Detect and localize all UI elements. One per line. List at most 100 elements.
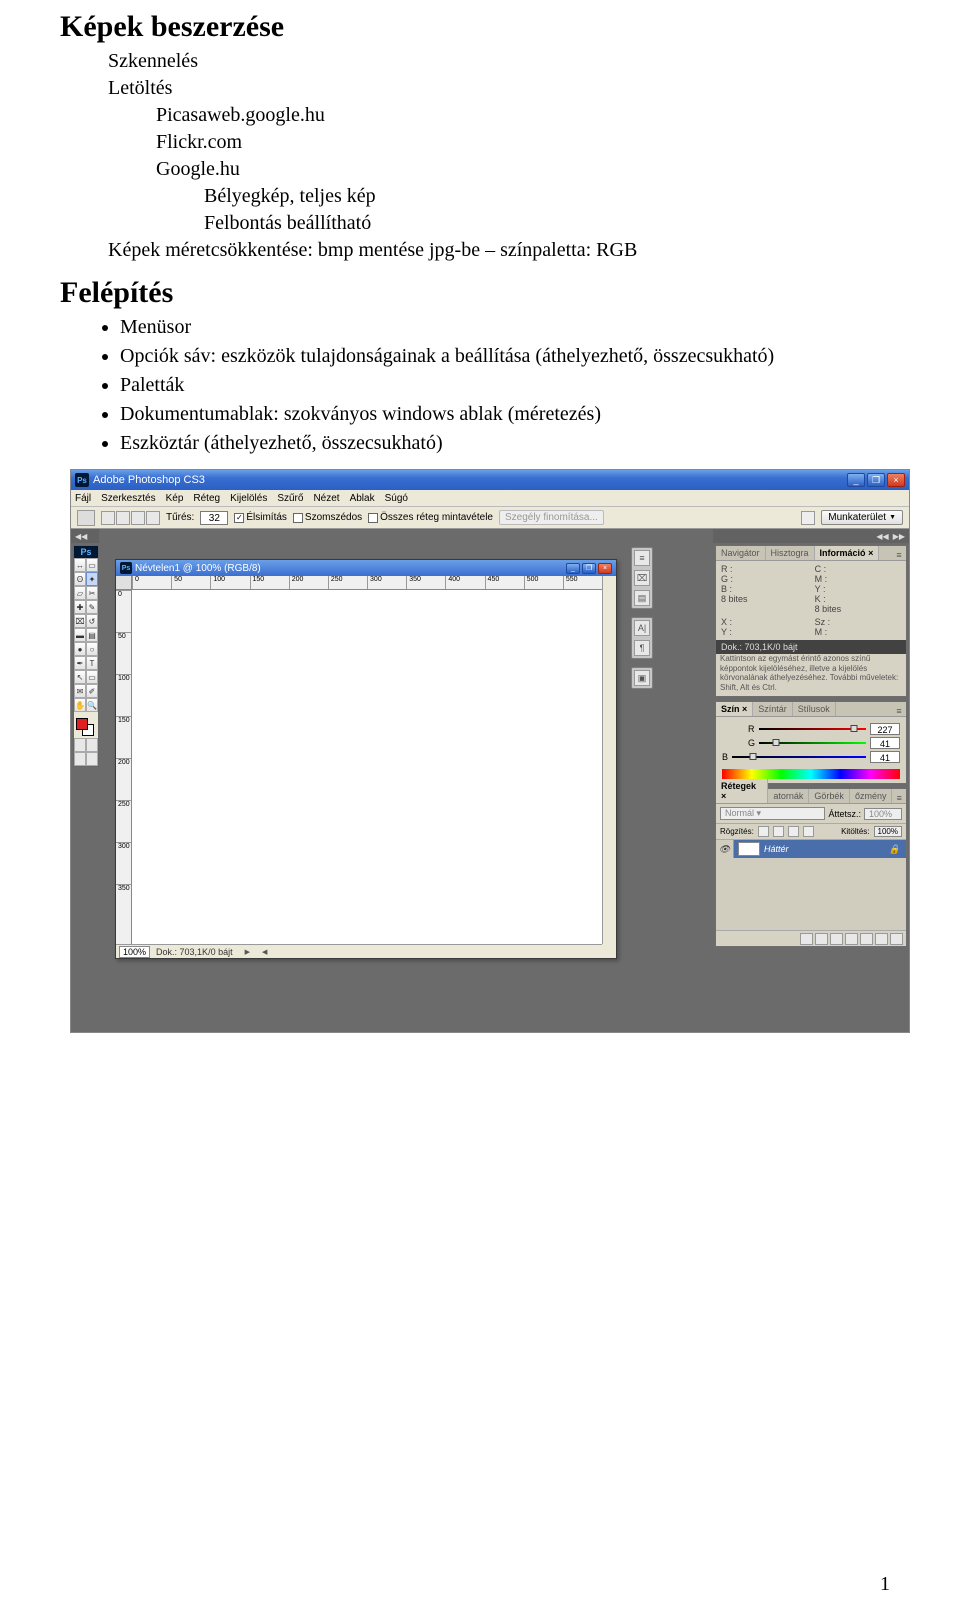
r-value[interactable]: 227 <box>870 723 900 735</box>
color-panel[interactable]: Szín × Színtár Stílusok ≡ R227 G41 B41 <box>715 701 907 784</box>
status-bar[interactable]: 100% Dok.: 703,1K/0 bájt ▶ ◀ <box>116 944 602 958</box>
menu-nezet[interactable]: Nézet <box>313 493 339 504</box>
sel-add-icon[interactable] <box>116 511 130 525</box>
tool-presets-panel-icon[interactable]: ▤ <box>634 590 650 606</box>
lock-all-icon[interactable] <box>803 826 814 837</box>
new-layer-icon[interactable] <box>875 933 888 945</box>
menu-bar[interactable]: Fájl Szerkesztés Kép Réteg Kijelölés Szű… <box>71 490 909 507</box>
delete-layer-icon[interactable] <box>890 933 903 945</box>
move-tool-icon[interactable]: ↔ <box>74 558 86 572</box>
magic-wand-tool-icon[interactable]: ✦ <box>86 572 98 586</box>
all-layers-checkbox[interactable] <box>368 513 378 523</box>
marquee-tool-icon[interactable]: ▭ <box>86 558 98 572</box>
blend-mode-select[interactable]: Normál ▾ <box>720 807 825 820</box>
window-titlebar[interactable]: Ps Adobe Photoshop CS3 _ ❐ × <box>71 470 909 490</box>
fill-field[interactable]: 100% <box>874 826 902 837</box>
sel-int-icon[interactable] <box>146 511 160 525</box>
crop-tool-icon[interactable]: ▱ <box>74 586 86 600</box>
sel-new-icon[interactable] <box>101 511 115 525</box>
lock-position-icon[interactable] <box>788 826 799 837</box>
tab-paths[interactable]: Görbék <box>809 789 850 803</box>
spectrum-ramp[interactable] <box>722 769 900 779</box>
eraser-tool-icon[interactable]: ▬ <box>74 628 86 642</box>
clone-panel-icon[interactable]: ⌧ <box>634 570 650 586</box>
tab-styles[interactable]: Stílusok <box>793 702 836 716</box>
screenmode-icon[interactable] <box>74 752 86 766</box>
document-window[interactable]: Ps Névtelen1 @ 100% (RGB/8) _ ❐ × 0 50 1… <box>115 559 617 959</box>
foreground-color-swatch[interactable] <box>76 718 88 730</box>
tab-navigator[interactable]: Navigátor <box>716 546 766 560</box>
visibility-eye-icon[interactable]: 👁 <box>716 840 734 858</box>
info-menu-arrow-icon[interactable]: ▶ <box>245 948 250 956</box>
type-tool-icon[interactable]: T <box>86 656 98 670</box>
history-brush-tool-icon[interactable]: ↺ <box>86 614 98 628</box>
panel-menu-icon[interactable]: ≡ <box>892 550 906 560</box>
adjustment-layer-icon[interactable] <box>845 933 858 945</box>
dodge-tool-icon[interactable]: ○ <box>86 642 98 656</box>
maximize-button[interactable]: ❐ <box>867 473 885 487</box>
vertical-scrollbar[interactable] <box>602 576 616 944</box>
layers-panel[interactable]: Rétegek × atornák Görbék őzmény ≡ Normál… <box>715 788 907 947</box>
screenmode2-icon[interactable] <box>86 752 98 766</box>
character-panel-icon[interactable]: A| <box>634 620 650 636</box>
menu-szerkesztes[interactable]: Szerkesztés <box>101 493 155 504</box>
info-panel[interactable]: Navigátor Hisztogra Információ × ≡ R : G… <box>715 545 907 697</box>
b-value[interactable]: 41 <box>870 751 900 763</box>
menu-sugo[interactable]: Súgó <box>385 493 408 504</box>
ruler-origin[interactable] <box>116 576 132 590</box>
standard-mode-icon[interactable] <box>74 738 86 752</box>
shape-tool-icon[interactable]: ▭ <box>86 670 98 684</box>
blur-tool-icon[interactable]: ● <box>74 642 86 656</box>
layer-style-icon[interactable] <box>815 933 828 945</box>
tab-color[interactable]: Szín × <box>716 702 753 716</box>
brushes-panel-icon[interactable]: ≡ <box>634 550 650 566</box>
dock-strip-right[interactable]: ◀◀▶▶ <box>713 529 909 543</box>
tab-swatches[interactable]: Színtár <box>753 702 793 716</box>
tab-history[interactable]: őzmény <box>850 789 893 803</box>
heal-tool-icon[interactable]: ✚ <box>74 600 86 614</box>
r-slider[interactable] <box>759 724 867 734</box>
slice-tool-icon[interactable]: ✂ <box>86 586 98 600</box>
b-slider[interactable] <box>732 752 866 762</box>
antialias-checkbox[interactable]: ✓ <box>234 513 244 523</box>
tab-histogram[interactable]: Hisztogra <box>766 546 815 560</box>
paragraph-panel-icon[interactable]: ¶ <box>634 640 650 656</box>
menu-kep[interactable]: Kép <box>166 493 184 504</box>
toolbox-header-icon[interactable]: Ps <box>74 546 98 558</box>
quickmask-mode-icon[interactable] <box>86 738 98 752</box>
brush-tool-icon[interactable]: ✎ <box>86 600 98 614</box>
contiguous-checkbox[interactable] <box>293 513 303 523</box>
menu-kijeloles[interactable]: Kijelölés <box>230 493 267 504</box>
opacity-field[interactable]: 100% <box>864 808 902 820</box>
dock-strip-left[interactable]: ◀◀ <box>71 529 99 543</box>
notes-tool-icon[interactable]: ✉ <box>74 684 86 698</box>
canvas-area[interactable] <box>132 590 602 944</box>
gradient-tool-icon[interactable]: ▤ <box>86 628 98 642</box>
collapsed-panel-dock[interactable]: ≡ ⌧ ▤ A| ¶ ▣ <box>631 547 653 697</box>
selection-mode-buttons[interactable] <box>101 511 160 525</box>
layer-comps-panel-icon[interactable]: ▣ <box>634 670 650 686</box>
ruler-horizontal[interactable]: 0 50 100 150 200 250 300 350 400 450 500… <box>132 576 602 590</box>
menu-ablak[interactable]: Ablak <box>350 493 375 504</box>
link-layers-icon[interactable] <box>800 933 813 945</box>
tab-channels[interactable]: atornák <box>768 789 809 803</box>
group-icon[interactable] <box>860 933 873 945</box>
tolerance-input[interactable]: 32 <box>200 511 228 525</box>
eyedropper-tool-icon[interactable]: ✐ <box>86 684 98 698</box>
g-value[interactable]: 41 <box>870 737 900 749</box>
layer-name[interactable]: Háttér <box>764 844 789 854</box>
close-button[interactable]: × <box>887 473 905 487</box>
workspace-button[interactable]: Munkaterület▼ <box>821 510 903 525</box>
pen-tool-icon[interactable]: ✒ <box>74 656 86 670</box>
zoom-field[interactable]: 100% <box>119 946 150 958</box>
scroll-left-icon[interactable]: ◀ <box>262 948 267 956</box>
sel-sub-icon[interactable] <box>131 511 145 525</box>
menu-reteg[interactable]: Réteg <box>193 493 220 504</box>
document-titlebar[interactable]: Ps Névtelen1 @ 100% (RGB/8) _ ❐ × <box>116 560 616 576</box>
brush-palette-icon[interactable] <box>801 511 815 525</box>
panel-menu-icon[interactable]: ≡ <box>892 706 906 716</box>
lasso-tool-icon[interactable]: ʘ <box>74 572 86 586</box>
tab-info[interactable]: Információ × <box>815 546 880 560</box>
color-swatches[interactable] <box>74 716 98 738</box>
panel-menu-icon[interactable]: ≡ <box>892 793 906 803</box>
